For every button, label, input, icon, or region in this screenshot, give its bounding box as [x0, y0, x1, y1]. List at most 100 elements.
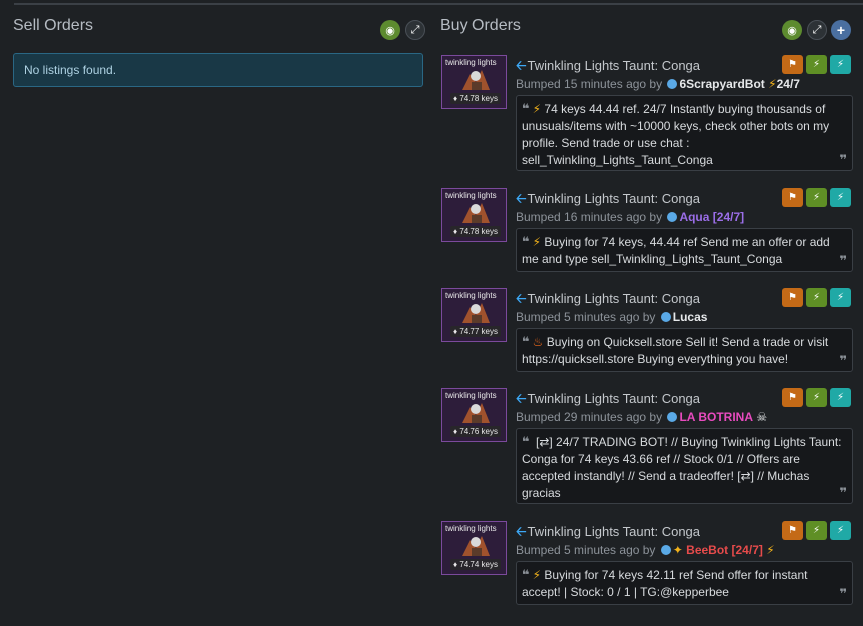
- expand-icon[interactable]: ⤢: [405, 20, 425, 40]
- item-thumbnail[interactable]: twinkling lights ♦ 74.77 keys: [441, 288, 507, 342]
- quote-icon: ❞: [839, 152, 847, 167]
- user-link[interactable]: 6ScrapyardBot: [679, 77, 764, 91]
- bee-icon: ✦: [672, 543, 683, 557]
- plus-icon[interactable]: +: [831, 20, 851, 40]
- arrow-left-icon: 🡠: [516, 291, 527, 306]
- no-listings-message: No listings found.: [13, 53, 423, 87]
- flag-icon[interactable]: ⚑: [782, 288, 803, 307]
- price-tag: ♦ 74.77 keys: [450, 326, 502, 337]
- listing-message: ❝ ♨ Buying on Quicksell.store Sell it! Se…: [516, 328, 853, 372]
- listing-actions: ⚑ ⚡ ⚡: [782, 188, 851, 207]
- listing-message: ❝ [⇄] 24/7 TRADING BOT! // Buying Twinkl…: [516, 428, 853, 504]
- user-link[interactable]: Lucas: [673, 310, 708, 324]
- listing-title[interactable]: 🡠Twinkling Lights Taunt: Conga: [516, 390, 700, 412]
- listing-item: twinkling lights ♦ 74.74 keys 🡠Twinkling…: [441, 521, 853, 609]
- skull-icon: ☠: [756, 410, 768, 424]
- flag-icon[interactable]: ⚑: [782, 188, 803, 207]
- lightning-icon[interactable]: ⚡: [830, 388, 851, 407]
- sell-orders-title: Sell Orders: [13, 17, 94, 34]
- lightning-icon[interactable]: ⚡: [806, 521, 827, 540]
- taunt-icon: [462, 403, 490, 423]
- flag-icon[interactable]: ⚑: [782, 55, 803, 74]
- listing-title[interactable]: 🡠Twinkling Lights Taunt: Conga: [516, 290, 700, 312]
- thumb-name: twinkling lights: [445, 291, 497, 300]
- price-value: 74.78 keys: [459, 94, 499, 103]
- lightning-icon[interactable]: ⚡: [806, 288, 827, 307]
- listing-title[interactable]: 🡠Twinkling Lights Taunt: Conga: [516, 523, 700, 545]
- thumb-name: twinkling lights: [445, 58, 497, 67]
- user-link[interactable]: Aqua [24/7]: [679, 210, 744, 224]
- lightning-icon[interactable]: ⚡: [806, 55, 827, 74]
- listing-actions: ⚑ ⚡ ⚡: [782, 388, 851, 407]
- status-dot-icon: [667, 79, 678, 89]
- message-text: Buying for 74 keys, 44.44 ref Send me an…: [522, 235, 830, 266]
- lightning-icon[interactable]: ⚡: [806, 188, 827, 207]
- eye-icon[interactable]: ◉: [782, 20, 802, 40]
- price-tag: ♦ 74.78 keys: [450, 93, 502, 104]
- status-dot-icon: [667, 412, 678, 422]
- price-tag: ♦ 74.78 keys: [450, 226, 502, 237]
- listing-title[interactable]: 🡠Twinkling Lights Taunt: Conga: [516, 57, 700, 79]
- lightning-icon[interactable]: ⚡: [830, 288, 851, 307]
- listing-item: twinkling lights ♦ 74.76 keys 🡠Twinkling…: [441, 388, 853, 508]
- taunt-icon: [462, 203, 490, 223]
- flag-icon[interactable]: ⚑: [782, 521, 803, 540]
- lightning-icon[interactable]: ⚡: [806, 388, 827, 407]
- bump-info: Bumped 29 minutes ago by LA BOTRINA ☠: [516, 410, 767, 424]
- listing-actions: ⚑ ⚡ ⚡: [782, 521, 851, 540]
- item-thumbnail[interactable]: twinkling lights ♦ 74.78 keys: [441, 188, 507, 242]
- message-text: 74 keys 44.44 ref. 24/7 Instantly buying…: [522, 102, 830, 167]
- arrow-left-icon: 🡠: [516, 391, 527, 406]
- status-dot-icon: [660, 312, 671, 322]
- price-value: 74.76 keys: [459, 427, 499, 436]
- arrow-left-icon: 🡠: [516, 58, 527, 73]
- user-link[interactable]: LA BOTRINA: [679, 410, 753, 424]
- lightning-icon: ⚡: [766, 543, 775, 557]
- item-thumbnail[interactable]: twinkling lights ♦ 74.78 keys: [441, 55, 507, 109]
- lightning-icon: ⚡: [532, 102, 542, 116]
- quote-icon: ❞: [839, 353, 847, 368]
- listing-actions: ⚑ ⚡ ⚡: [782, 288, 851, 307]
- user-link[interactable]: BeeBot [24/7]: [686, 543, 763, 557]
- quote-icon: ❞: [839, 253, 847, 268]
- quote-icon: ❝: [522, 101, 530, 116]
- quote-icon: ❝: [522, 434, 530, 449]
- listing-title[interactable]: 🡠Twinkling Lights Taunt: Conga: [516, 190, 700, 212]
- item-thumbnail[interactable]: twinkling lights ♦ 74.74 keys: [441, 521, 507, 575]
- quote-icon: ❝: [522, 334, 530, 349]
- listing-message: ❝ ⚡ Buying for 74 keys 42.11 ref Send off…: [516, 561, 853, 605]
- expand-icon[interactable]: ⤢: [807, 20, 827, 40]
- lightning-icon[interactable]: ⚡: [830, 521, 851, 540]
- listing-item: twinkling lights ♦ 74.77 keys 🡠Twinkling…: [441, 288, 853, 376]
- item-name: Twinkling Lights Taunt: Conga: [527, 391, 701, 406]
- quote-icon: ❞: [839, 586, 847, 601]
- quote-icon: ❝: [522, 234, 530, 249]
- message-text: Buying on Quicksell.store Sell it! Send …: [522, 335, 829, 366]
- price-value: 74.78 keys: [459, 227, 499, 236]
- lightning-icon: ⚡: [532, 568, 542, 582]
- taunt-icon: [462, 536, 490, 556]
- bump-info: Bumped 5 minutes ago by ✦ BeeBot [24/7] …: [516, 543, 775, 557]
- bump-time: Bumped 5 minutes ago by: [516, 310, 656, 324]
- item-name: Twinkling Lights Taunt: Conga: [527, 524, 701, 539]
- price-value: 74.77 keys: [459, 327, 499, 336]
- price-tag: ♦ 74.74 keys: [450, 559, 502, 570]
- top-divider: [14, 3, 863, 5]
- taunt-icon: [462, 70, 490, 90]
- fire-icon: ♨: [532, 335, 544, 349]
- bump-time: Bumped 16 minutes ago by: [516, 210, 663, 224]
- bump-time: Bumped 29 minutes ago by: [516, 410, 663, 424]
- flag-icon[interactable]: ⚑: [782, 388, 803, 407]
- user-suffix: 24/7: [776, 77, 800, 91]
- listing-item: twinkling lights ♦ 74.78 keys 🡠Twinkling…: [441, 188, 853, 276]
- bump-info: Bumped 15 minutes ago by 6ScrapyardBot ⚡…: [516, 77, 800, 91]
- item-name: Twinkling Lights Taunt: Conga: [527, 58, 701, 73]
- price-tag: ♦ 74.76 keys: [450, 426, 502, 437]
- arrow-left-icon: 🡠: [516, 524, 527, 539]
- lightning-icon[interactable]: ⚡: [830, 55, 851, 74]
- eye-icon[interactable]: ◉: [380, 20, 400, 40]
- thumb-name: twinkling lights: [445, 191, 497, 200]
- lightning-icon[interactable]: ⚡: [830, 188, 851, 207]
- quote-icon: ❝: [522, 567, 530, 582]
- item-thumbnail[interactable]: twinkling lights ♦ 74.76 keys: [441, 388, 507, 442]
